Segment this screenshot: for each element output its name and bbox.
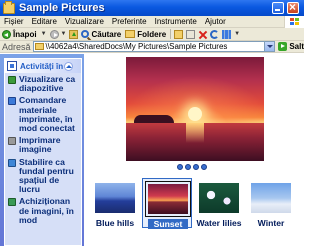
windows-logo-icon (284, 16, 304, 28)
delete-icon[interactable] (198, 30, 207, 39)
task-slideshow[interactable]: Vizualizare ca diapozitive (8, 74, 80, 93)
forward-button[interactable] (49, 29, 59, 39)
thumbnail-item[interactable]: Blue hills (90, 178, 140, 228)
task-pane: Activități în Vizualizare ca diapozitive… (0, 54, 84, 246)
address-dropdown-icon[interactable] (264, 42, 275, 51)
filmstrip-nav (177, 164, 207, 170)
window-title: Sample Pictures (19, 2, 105, 14)
folders-label: Foldere (137, 29, 167, 39)
thumbnail-item[interactable]: Winter (246, 178, 296, 228)
next-image-icon[interactable] (185, 164, 191, 170)
undo-icon[interactable] (210, 29, 220, 39)
thumbnail-label: Blue hills (95, 218, 135, 228)
thumbnail-image (199, 183, 239, 213)
folders-icon (125, 30, 136, 38)
back-label: Înapoi (13, 29, 37, 39)
address-path[interactable]: \\4062a4\SharedDocs\My Pictures\Sample P… (46, 42, 228, 51)
address-folder-icon (34, 43, 44, 50)
task-label[interactable]: Achiziționan de imagini, în mod (19, 197, 80, 225)
task-header[interactable]: Activități în (5, 59, 81, 73)
minimize-button[interactable] (272, 2, 284, 14)
collapse-chevron-icon[interactable] (64, 61, 74, 71)
close-button[interactable] (287, 0, 299, 14)
task-print[interactable]: Imprimare imagine (8, 136, 80, 154)
task-pane-title: Activități în (20, 61, 64, 71)
menu-tools[interactable]: Instrumente (155, 17, 197, 26)
task-label[interactable]: Stabilire ca fundal pentru spațiul de lu… (19, 157, 80, 195)
menu-help[interactable]: Ajutor (205, 17, 226, 26)
rotate-clockwise-icon[interactable] (193, 164, 199, 170)
search-icon (81, 30, 90, 38)
task-set-background[interactable]: Stabilire ca fundal pentru spațiul de lu… (8, 157, 80, 195)
go-label: Salt (289, 42, 304, 51)
thumbnail-item[interactable]: Water lilies (194, 178, 244, 228)
filmstrip-view: Blue hills Sunset Water lilies Winter (84, 54, 304, 246)
toolbar-separator (170, 29, 172, 39)
menu-edit[interactable]: Editare (32, 17, 57, 26)
task-label[interactable]: Comandare materiale imprimate, în mod co… (19, 96, 80, 133)
task-order-prints[interactable]: Comandare materiale imprimate, în mod co… (8, 96, 80, 133)
menu-file[interactable]: Fișier (4, 17, 24, 26)
move-to-icon[interactable] (174, 29, 184, 39)
thumbnail-label: Sunset (148, 219, 188, 229)
title-bar: Sample Pictures (0, 0, 304, 16)
task-label[interactable]: Vizualizare ca diapozitive (19, 74, 80, 93)
thumbnail-label: Water lilies (196, 218, 242, 228)
thumbnail-item-selected[interactable]: Sunset (142, 178, 192, 229)
print-icon (8, 137, 16, 146)
search-label: Căutare (91, 29, 122, 39)
island (134, 115, 174, 123)
folders-button[interactable]: Foldere (125, 30, 166, 39)
thumbnail-label: Winter (257, 218, 285, 228)
slideshow-icon (8, 76, 16, 84)
address-field[interactable]: \\4062a4\SharedDocs\My Pictures\Sample P… (32, 41, 276, 52)
views-dropdown-icon[interactable]: ▼ (234, 31, 240, 37)
up-folder-icon[interactable] (69, 29, 79, 39)
views-icon[interactable] (222, 29, 232, 39)
previous-image-icon[interactable] (177, 164, 183, 170)
buy-icon (8, 198, 16, 207)
order-prints-icon (8, 97, 16, 106)
go-arrow-icon (278, 42, 288, 51)
menu-bar: Fișier Editare Vizualizare Preferinte In… (0, 16, 304, 28)
picture-tasks-icon (7, 61, 17, 71)
folder-icon (3, 0, 15, 14)
thumbnail-strip: Blue hills Sunset Water lilies Winter (84, 178, 304, 246)
thumbnail-image (95, 183, 135, 213)
thumbnail-image (148, 184, 188, 214)
task-list: Vizualizare ca diapozitive Comandare mat… (5, 73, 81, 225)
go-button[interactable]: Salt (278, 42, 304, 51)
copy-to-icon[interactable] (186, 29, 196, 39)
toolbar: Înapoi ▼ ▼ Căutare Foldere ▼ (0, 28, 304, 40)
desktop-background-icon (8, 158, 16, 167)
address-bar: Adresă \\4062a4\SharedDocs\My Pictures\S… (0, 40, 304, 53)
forward-dropdown-icon[interactable]: ▼ (61, 31, 67, 37)
address-label: Adresă (2, 41, 31, 52)
search-button[interactable]: Căutare (81, 30, 121, 39)
sun (188, 107, 202, 121)
back-button[interactable]: Înapoi (2, 29, 37, 39)
back-dropdown-icon[interactable]: ▼ (41, 31, 47, 37)
rotate-counterclockwise-icon[interactable] (201, 164, 207, 170)
picture-tasks-box: Activități în Vizualizare ca diapozitive… (4, 58, 82, 246)
task-buy-pictures[interactable]: Achiziționan de imagini, în mod (8, 197, 80, 225)
back-arrow-icon (2, 29, 11, 39)
preview-image[interactable] (126, 57, 264, 161)
menu-view[interactable]: Vizualizare (65, 17, 104, 26)
sun-glare (186, 123, 204, 143)
task-label[interactable]: Imprimare imagine (19, 136, 80, 155)
menu-favorites[interactable]: Preferinte (112, 17, 147, 26)
thumbnail-image (251, 183, 291, 213)
